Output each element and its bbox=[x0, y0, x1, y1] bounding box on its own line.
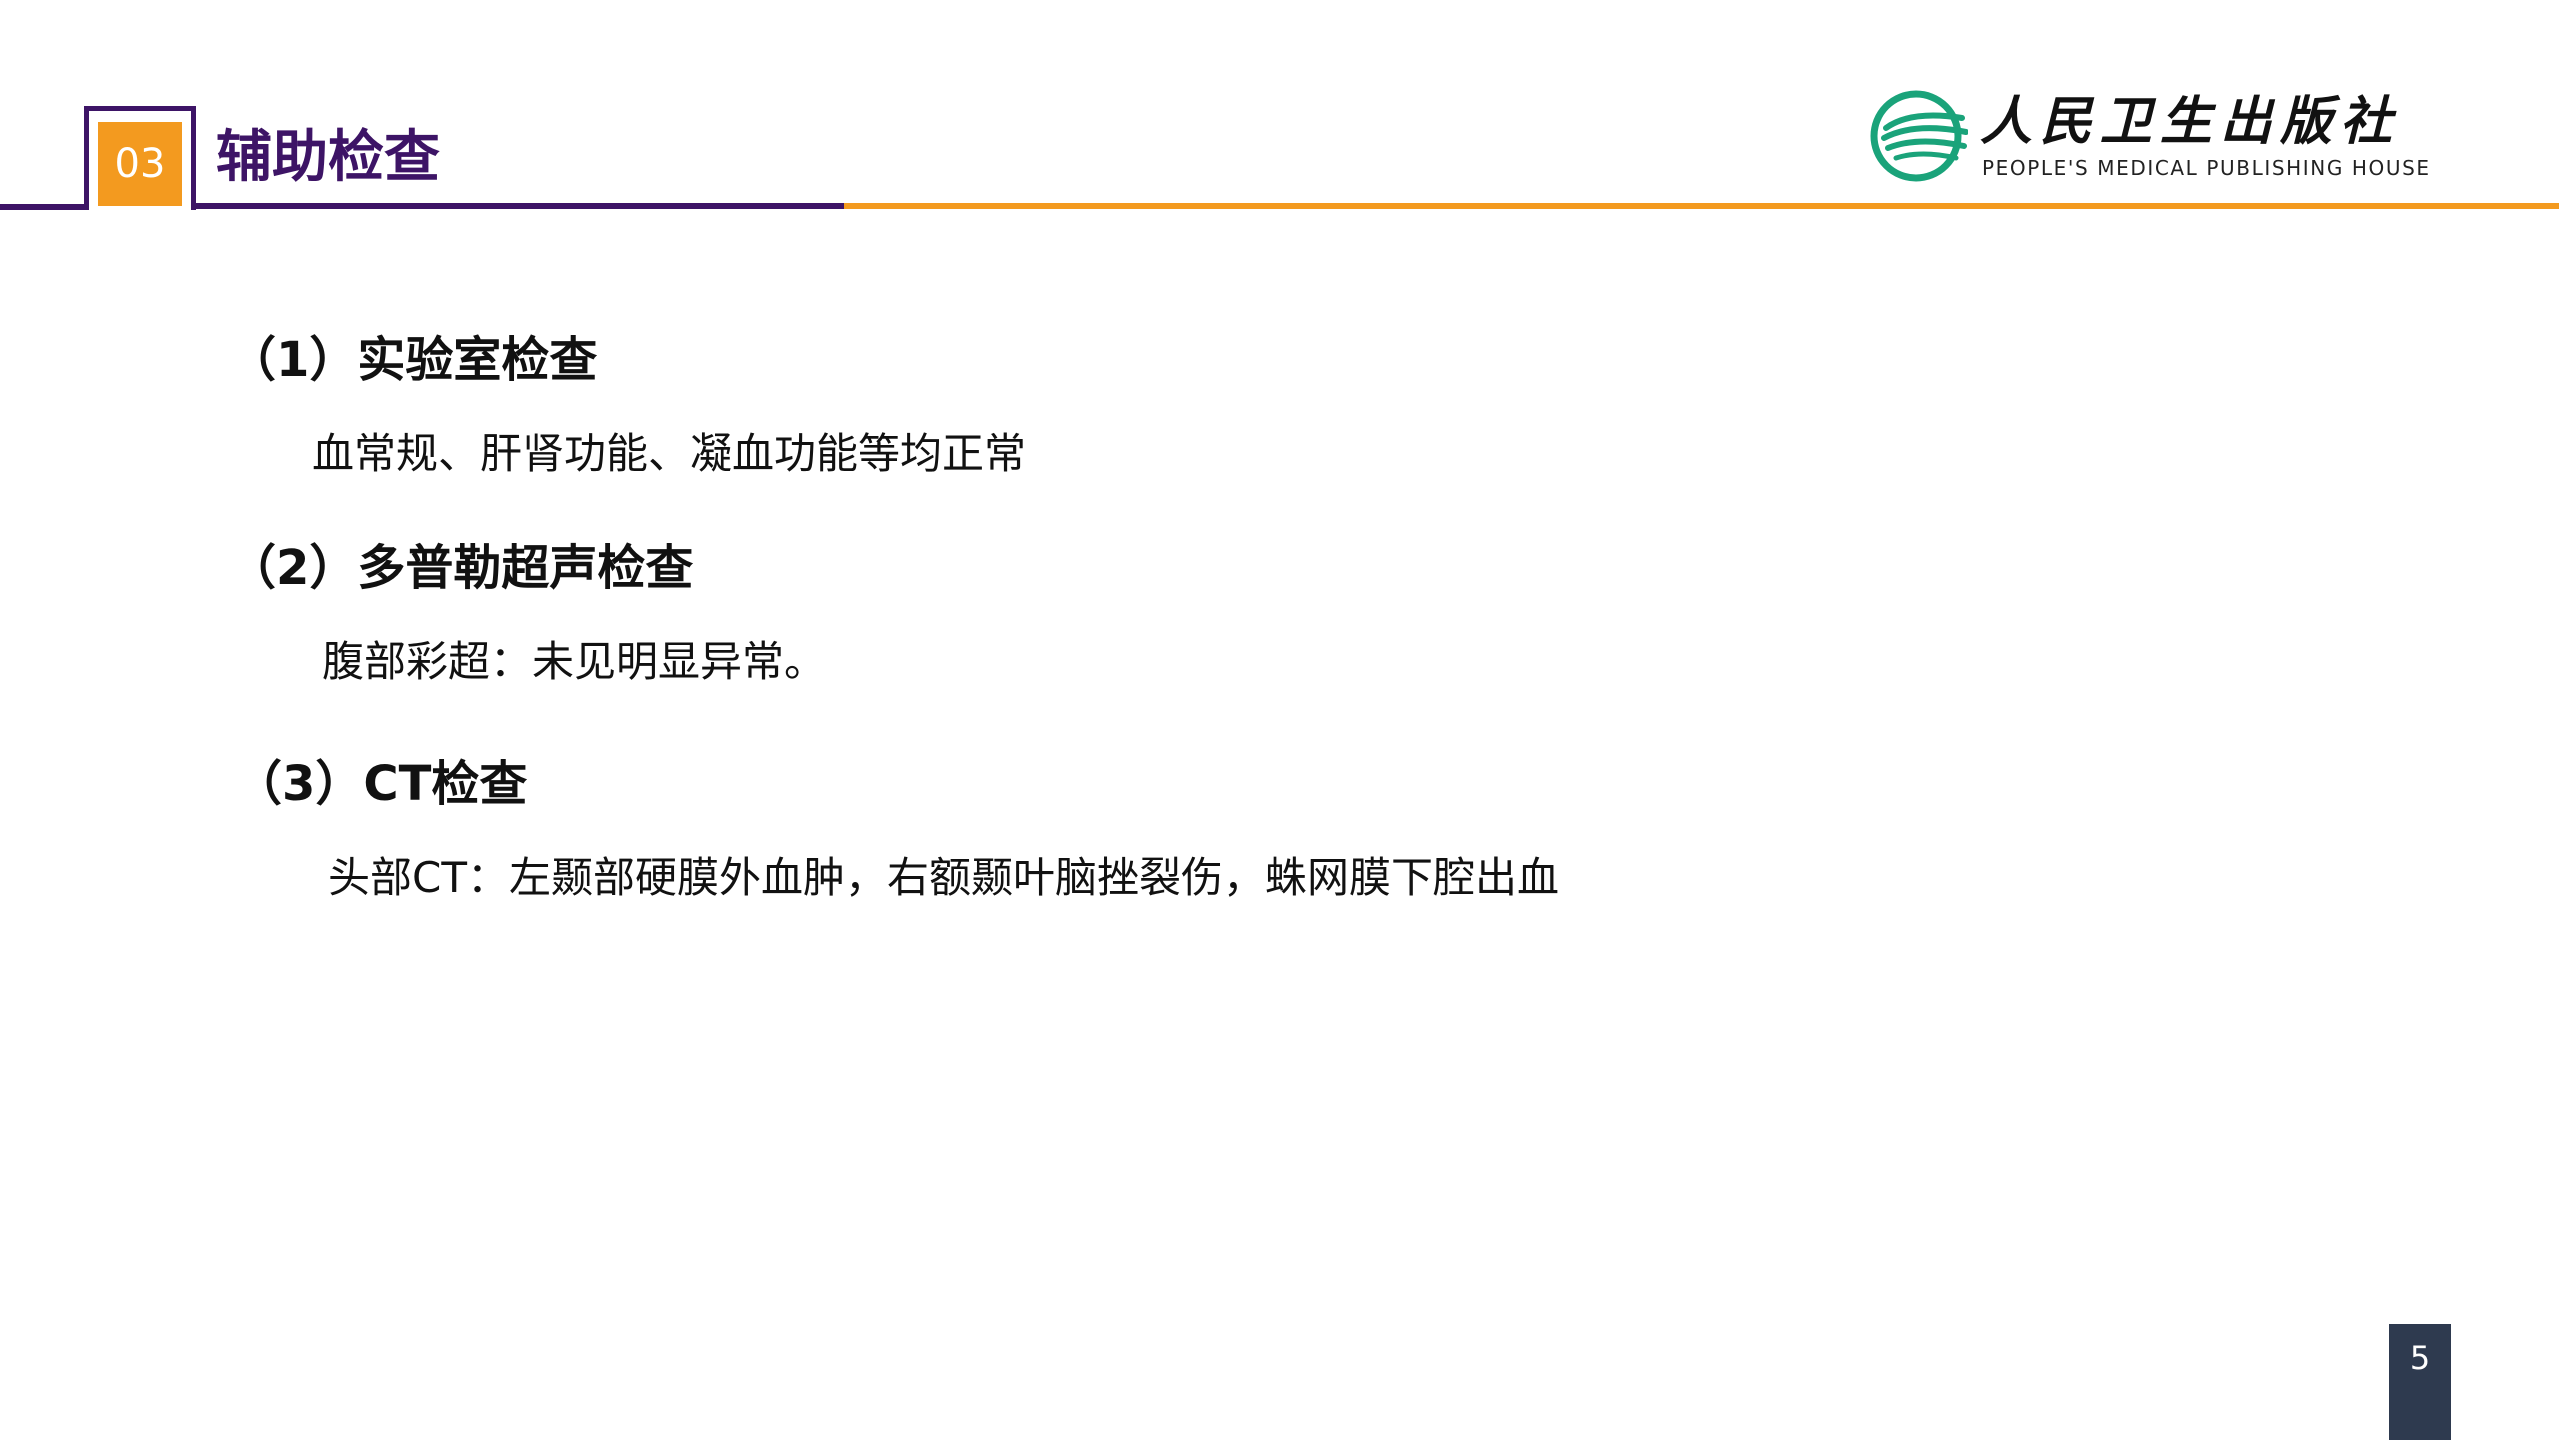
header-rule-purple bbox=[196, 203, 844, 209]
publisher-emblem-icon bbox=[1870, 90, 1968, 182]
header-frame-right bbox=[191, 106, 196, 210]
header-frame-top bbox=[84, 106, 196, 111]
header-frame-bottom bbox=[0, 204, 89, 210]
section-number-badge: 03 bbox=[98, 122, 182, 206]
heading-doppler-ultrasound: （2）多普勒超声检查 bbox=[228, 540, 694, 596]
publisher-name-en: PEOPLE'S MEDICAL PUBLISHING HOUSE bbox=[1982, 156, 2431, 180]
body-doppler-ultrasound: 腹部彩超：未见明显异常。 bbox=[322, 637, 827, 686]
header-rule-orange bbox=[844, 203, 2559, 209]
body-ct-exam: 头部CT：左颞部硬膜外血肿，右额颞叶脑挫裂伤，蛛网膜下腔出血 bbox=[328, 853, 1559, 902]
publisher-logo: 人民卫生出版社 PEOPLE'S MEDICAL PUBLISHING HOUS… bbox=[1866, 88, 2429, 184]
header-frame-left bbox=[84, 106, 89, 210]
heading-lab-tests: （1）实验室检查 bbox=[228, 332, 598, 388]
heading-ct-exam: （3）CT检查 bbox=[234, 756, 528, 812]
page-number-badge: 5 bbox=[2389, 1324, 2451, 1440]
publisher-name-cn: 人民卫生出版社 bbox=[1980, 91, 2401, 152]
body-lab-tests: 血常规、肝肾功能、凝血功能等均正常 bbox=[312, 429, 1027, 478]
section-title: 辅助检查 bbox=[216, 125, 440, 190]
